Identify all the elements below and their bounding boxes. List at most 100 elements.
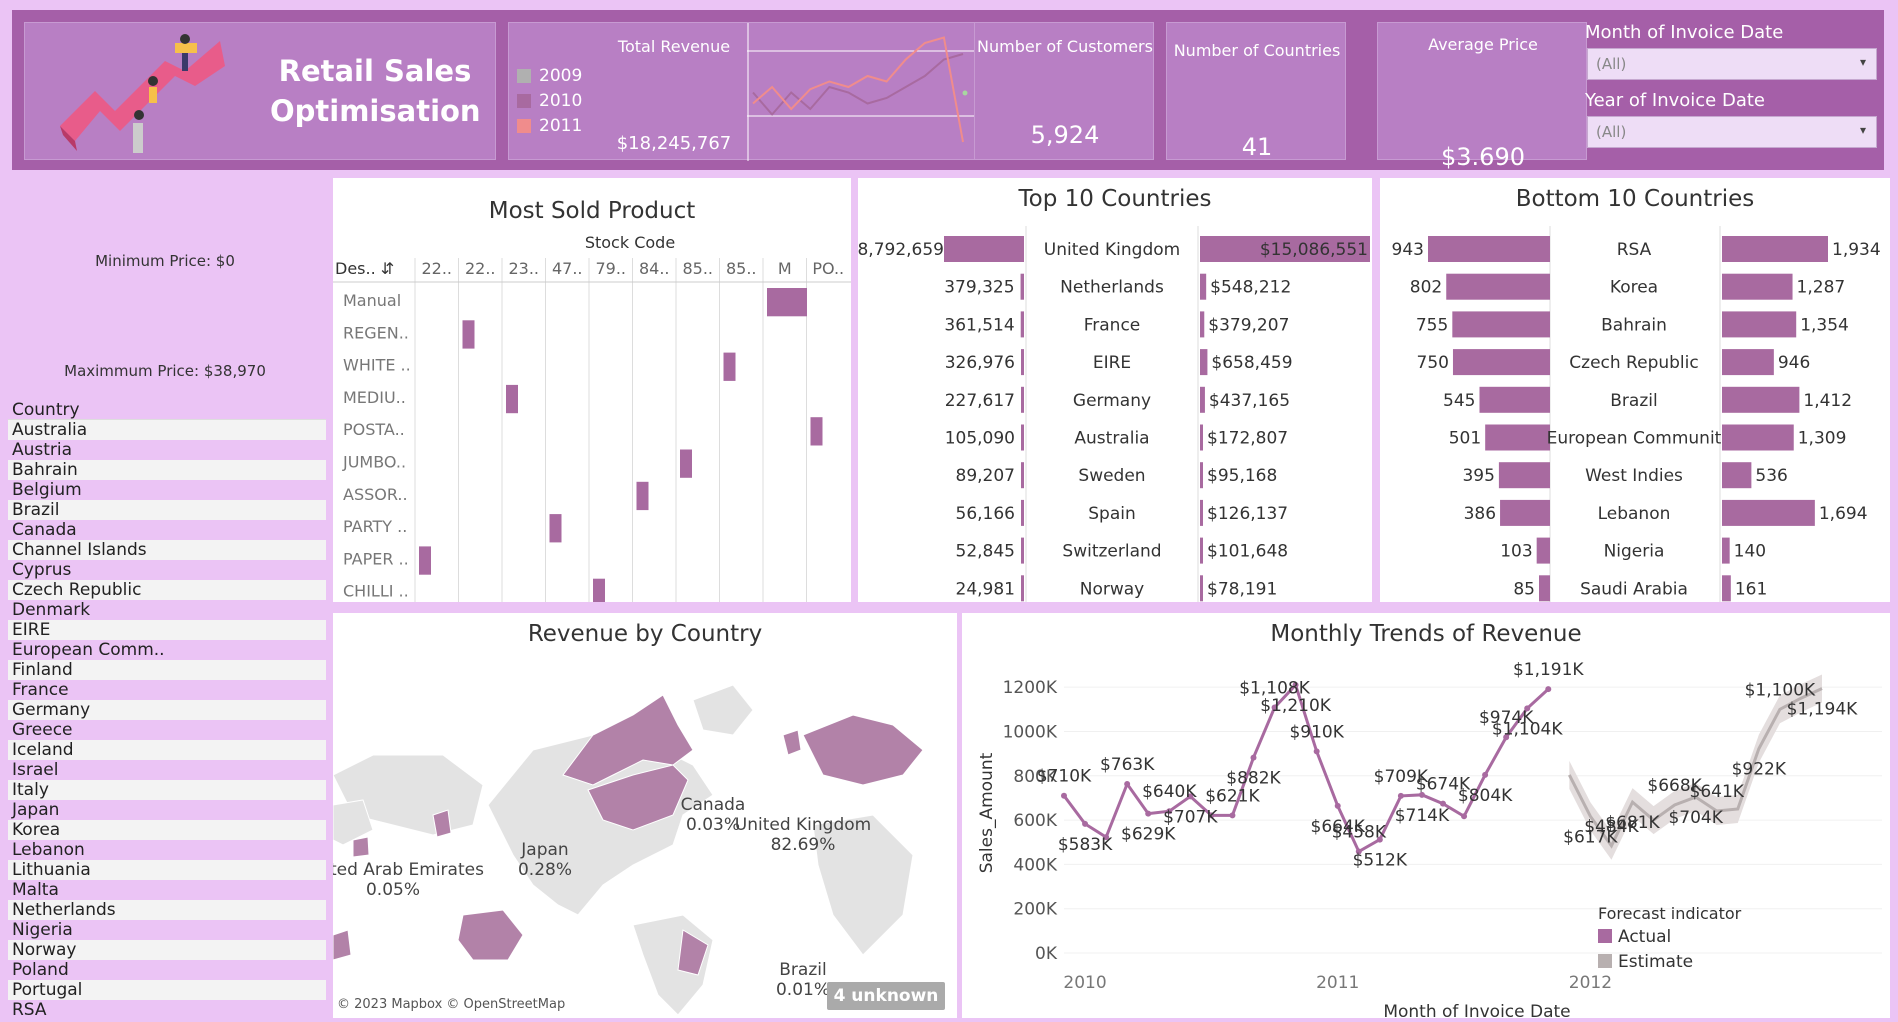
country-list-item[interactable]: Malta (8, 880, 326, 900)
country-list-item[interactable]: Korea (8, 820, 326, 840)
country-list-item[interactable]: Denmark (8, 600, 326, 620)
country-list-item[interactable]: Iceland (8, 740, 326, 760)
legend-label[interactable]: Estimate (1618, 952, 1693, 972)
country-list-item[interactable]: EIRE (8, 620, 326, 640)
actual-point[interactable] (1397, 792, 1404, 799)
country-list-item[interactable]: Canada (8, 520, 326, 540)
country-list-item[interactable]: Portugal (8, 980, 326, 1000)
top10-qty-bar[interactable] (1020, 311, 1024, 338)
country-list-item[interactable]: Greece (8, 720, 326, 740)
country-list-item[interactable]: Lebanon (8, 840, 326, 860)
top10-rev-bar[interactable] (1200, 386, 1205, 413)
top10-rev-bar[interactable] (1200, 311, 1205, 338)
country-list-item[interactable]: Finland (8, 660, 326, 680)
heatmap-mark[interactable] (506, 384, 518, 414)
bottom10-qty-bar[interactable] (1479, 386, 1550, 413)
country-list-item[interactable]: RSA (8, 1000, 326, 1020)
bottom10-rev-bar[interactable] (1722, 273, 1793, 300)
bottom10-qty-bar[interactable] (1539, 575, 1550, 602)
bottom10-qty-bar[interactable] (1446, 273, 1550, 300)
year-legend-item[interactable]: 2010 (517, 88, 582, 113)
country-list-item[interactable]: Italy (8, 780, 326, 800)
heatmap-mark[interactable] (723, 352, 736, 381)
heatmap-mark[interactable] (767, 288, 807, 317)
country-list-item[interactable]: Lithuania (8, 860, 326, 880)
country-list-item[interactable]: Australia (8, 420, 326, 440)
bottom10-qty-bar[interactable] (1452, 349, 1550, 376)
top10-qty-bar[interactable] (1021, 575, 1024, 602)
top10-rev-bar[interactable] (1200, 273, 1207, 300)
legend-label[interactable]: Actual (1618, 927, 1671, 947)
bottom10-rev-bar[interactable] (1722, 311, 1797, 338)
month-filter-dropdown[interactable]: (All) ▾ (1587, 48, 1877, 80)
row-header[interactable]: Des.. ⇵ (335, 259, 394, 278)
top10-qty-bar[interactable] (1021, 424, 1024, 451)
country-list-item[interactable]: Japan (8, 800, 326, 820)
actual-point[interactable] (1061, 792, 1067, 799)
bottom10-rev-bar[interactable] (1722, 236, 1828, 262)
bottom10-qty-bar[interactable] (1485, 424, 1550, 451)
actual-point[interactable] (1124, 780, 1131, 787)
country-list-item[interactable]: Germany (8, 700, 326, 720)
heatmap-mark[interactable] (636, 481, 649, 511)
country-list-item[interactable]: Channel Islands (8, 540, 326, 560)
heatmap-mark[interactable] (680, 449, 692, 478)
top10-rev-bar[interactable] (1200, 424, 1203, 451)
country-list-item[interactable]: Poland (8, 960, 326, 980)
actual-point[interactable] (1461, 813, 1468, 820)
revenue-map[interactable]: Canada0.03%United Kingdom82.69% United Ar… (333, 655, 957, 1018)
top10-qty-bar[interactable] (1021, 537, 1024, 564)
bottom10-qty-bar[interactable] (1428, 236, 1550, 262)
top10-chart[interactable]: 8,792,659 United Kingdom $15,086,551 379,32… (858, 226, 1372, 602)
top10-qty-bar[interactable] (1021, 386, 1024, 413)
actual-point[interactable] (1334, 802, 1341, 809)
country-list-item[interactable]: Israel (8, 760, 326, 780)
top10-qty-bar[interactable] (944, 236, 1024, 262)
bottom10-rev-bar[interactable] (1722, 462, 1752, 489)
bottom10-chart[interactable]: 943 RSA 1,934 802 Korea 1,287 755 Bahrain 1,354 7… (1380, 226, 1890, 602)
bottom10-rev-bar[interactable] (1722, 537, 1730, 564)
heatmap-mark[interactable] (810, 417, 823, 446)
unknown-locations-badge[interactable]: 4 unknown (827, 982, 945, 1010)
top10-qty-bar[interactable] (1021, 499, 1024, 526)
actual-point[interactable] (1145, 810, 1152, 817)
actual-point[interactable] (1082, 820, 1089, 827)
year-filter-dropdown[interactable]: (All) ▾ (1587, 116, 1877, 148)
bottom10-qty-bar[interactable] (1536, 537, 1550, 564)
country-list-item[interactable]: Austria (8, 440, 326, 460)
country-list-item[interactable]: Nigeria (8, 920, 326, 940)
year-legend-item[interactable]: 2009 (517, 63, 582, 88)
country-list-item[interactable]: Brazil (8, 500, 326, 520)
country-list-item[interactable]: France (8, 680, 326, 700)
country-list-item[interactable]: Czech Republic (8, 580, 326, 600)
bottom10-rev-bar[interactable] (1722, 349, 1774, 376)
top10-rev-bar[interactable] (1200, 462, 1203, 489)
most-sold-grid[interactable]: Stock Code Des.. ⇵ 22.. 22.. 23.. 47.. 79.. 84.… (333, 234, 851, 602)
country-list-item[interactable]: Norway (8, 940, 326, 960)
bottom10-rev-bar[interactable] (1722, 386, 1800, 413)
bottom10-qty-bar[interactable] (1498, 462, 1550, 489)
bottom10-rev-bar[interactable] (1722, 575, 1731, 602)
bottom10-rev-bar[interactable] (1722, 424, 1794, 451)
monthly-trends-chart[interactable]: 0K200K400K600K800K1000K1200KSales_Amount… (962, 653, 1890, 1018)
bottom10-qty-bar[interactable] (1500, 499, 1550, 526)
bottom10-rev-bar[interactable] (1722, 499, 1815, 526)
country-list-item[interactable]: Netherlands (8, 900, 326, 920)
year-legend-item[interactable]: 2011 (517, 113, 582, 138)
country-list-item[interactable]: European Comm.. (8, 640, 326, 660)
country-list-item[interactable]: Cyprus (8, 560, 326, 580)
heatmap-mark[interactable] (549, 514, 562, 543)
heatmap-mark[interactable] (462, 320, 475, 349)
country-list-item[interactable]: Bahrain (8, 460, 326, 480)
top10-rev-bar[interactable] (1200, 575, 1203, 602)
actual-point[interactable] (1250, 754, 1257, 761)
heatmap-mark[interactable] (419, 546, 431, 575)
bottom10-qty-bar[interactable] (1452, 311, 1550, 338)
country-list-item[interactable]: Belgium (8, 480, 326, 500)
top10-rev-bar[interactable] (1200, 537, 1203, 564)
actual-point[interactable] (1313, 748, 1320, 755)
actual-point[interactable] (1229, 812, 1236, 819)
top10-qty-bar[interactable] (1020, 273, 1024, 300)
heatmap-mark[interactable] (593, 578, 605, 602)
top10-qty-bar[interactable] (1021, 462, 1024, 489)
